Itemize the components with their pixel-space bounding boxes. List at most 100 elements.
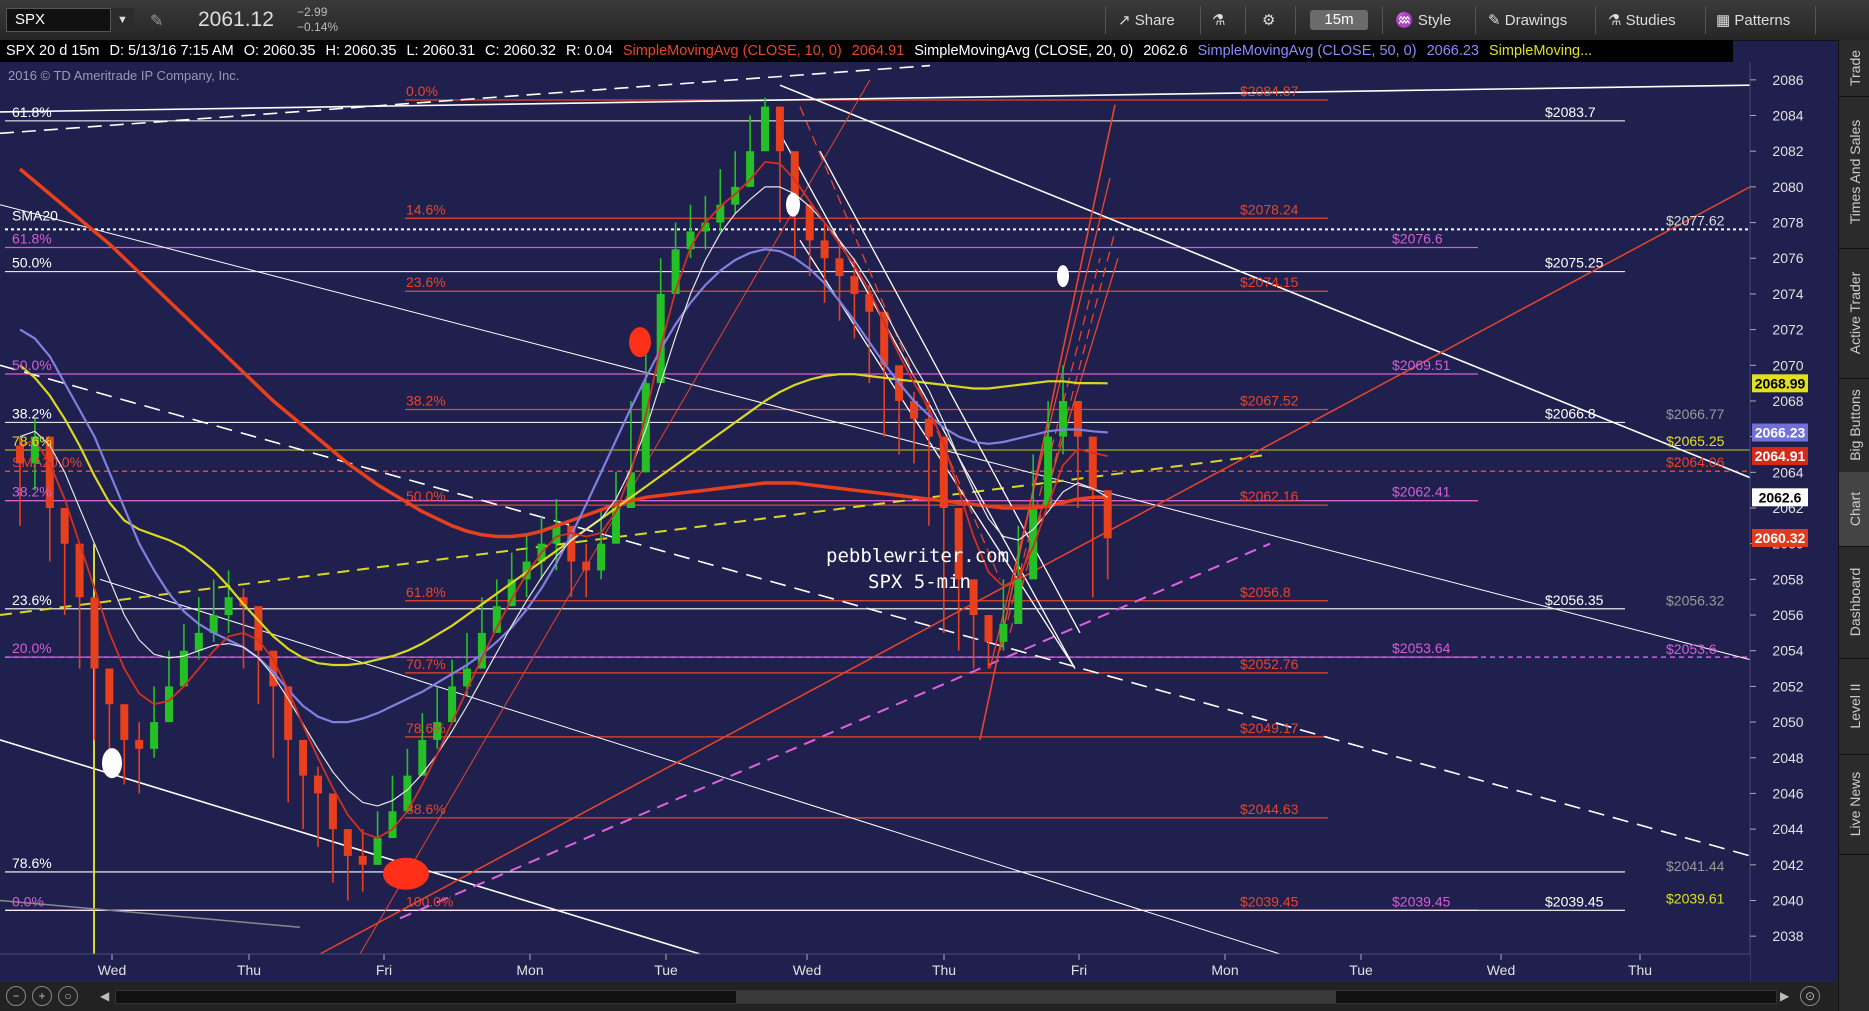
chart-description: SPX 20 d 15m	[6, 43, 100, 59]
settings-button[interactable]: ⚙	[1262, 10, 1275, 32]
sidebar-tab-label: Times And Sales	[1846, 119, 1863, 225]
fib-pink-pct-label: 0.0%	[12, 893, 44, 909]
candle-body	[1014, 579, 1023, 624]
scroll-right-icon[interactable]: ▶	[1780, 989, 1789, 1003]
studies-icon: ⚗	[1608, 12, 1622, 29]
sma20-value: 2062.6	[1143, 43, 1188, 59]
sidebar-tab-level-ii[interactable]: Level II	[1839, 658, 1869, 755]
price-tag-label: 2068.99	[1755, 375, 1806, 391]
fit-chart-icon[interactable]: ⊙	[1800, 986, 1820, 1006]
price-tag-label: 2064.91	[1755, 448, 1806, 464]
symbol-dropdown-button[interactable]: ▼	[110, 8, 134, 32]
toolbar-divider	[1475, 6, 1476, 34]
patterns-icon: ▦	[1716, 12, 1731, 29]
candle-body	[194, 632, 203, 651]
toolbar-divider	[1200, 6, 1201, 34]
flask-button[interactable]: ⚗	[1212, 10, 1225, 32]
red-dot-marker	[629, 327, 651, 358]
toolbar-divider	[1245, 6, 1246, 34]
fib-red-pct-label: 88.6%	[406, 801, 446, 817]
candle-body	[328, 793, 337, 830]
sidebar-tab-trade[interactable]: Trade	[1839, 40, 1869, 97]
right-level-label: $2041.44	[1666, 858, 1725, 874]
pencil-icon[interactable]: ✎	[150, 11, 163, 31]
studies-button[interactable]: ⚗ Studies	[1608, 10, 1676, 32]
candle-body	[999, 623, 1008, 642]
trendline	[399, 542, 1271, 920]
bar-date: D: 5/13/16 7:15 AM	[109, 43, 234, 59]
time-scrollbar[interactable]: − + ○ ◀ ▶ ⊙	[0, 982, 1838, 1011]
candle-body	[314, 775, 322, 794]
time-axis: Wed Thu Fri Mon Tue Wed Thu Fri Mon Tue Wed Thu	[0, 953, 1750, 982]
zoom-reset-icon[interactable]: ○	[58, 986, 78, 1006]
bar-open: O: 2060.35	[243, 43, 316, 59]
zoom-out-icon[interactable]: −	[6, 986, 26, 1006]
trendline	[799, 106, 1001, 580]
zoom-in-icon[interactable]: +	[32, 986, 52, 1006]
sidebar-tab-dashboard[interactable]: Dashboard	[1839, 546, 1869, 659]
price-tick-label: 2042	[1772, 857, 1803, 873]
right-level-label: $2077.62	[1666, 212, 1725, 228]
fib-red-pct-label: 23.6%	[406, 274, 446, 290]
fib-red-pct-label: 100.0%	[406, 893, 453, 909]
right-sidebar: Trade Times And Sales Active Trader Big But…	[1838, 40, 1869, 1011]
fib-red-price-label: $2074.15	[1240, 274, 1299, 290]
right-level-label: $2056.32	[1666, 592, 1725, 608]
white-level-pct-label: 50.0%	[12, 255, 52, 271]
white-level-price-label: $2075.25	[1545, 255, 1604, 271]
grey-trendline	[0, 899, 301, 928]
fib-pink-price-label: $2069.51	[1392, 357, 1451, 373]
chart-info-bar: SPX 20 d 15m D: 5/13/16 7:15 AM O: 2060.…	[0, 40, 1733, 62]
trendline	[99, 578, 1281, 955]
candle-body	[671, 249, 680, 294]
time-tick-label: Tue	[1349, 962, 1373, 978]
time-tick-label: Wed	[98, 962, 127, 978]
sidebar-tab-chart[interactable]: Chart	[1839, 472, 1869, 547]
price-tick-label: 2044	[1772, 821, 1803, 837]
share-button[interactable]: ↗ Share	[1118, 10, 1175, 32]
toolbar-divider	[1705, 6, 1706, 34]
candle-body	[343, 829, 352, 856]
bar-range: R: 0.04	[566, 43, 613, 59]
sidebar-tab-big-buttons[interactable]: Big Buttons	[1839, 378, 1869, 473]
fib-red-price-label: $2062.16	[1240, 488, 1299, 504]
scroll-thumb[interactable]	[736, 991, 1336, 1003]
sidebar-tab-times-and-sales[interactable]: Times And Sales	[1839, 96, 1869, 249]
drawings-button[interactable]: ✎ Drawings	[1488, 10, 1567, 32]
copyright-text: 2016 © TD Ameritrade IP Company, Inc.	[8, 68, 239, 83]
fib-pink-pct-label: 50.0%	[12, 357, 52, 373]
watermark-line-1: pebblewriter.com	[826, 545, 1009, 567]
time-tick-label: Tue	[654, 962, 678, 978]
sidebar-tab-active-trader[interactable]: Active Trader	[1839, 248, 1869, 379]
scroll-left-icon[interactable]: ◀	[100, 989, 109, 1003]
right-level-label: $2039.61	[1666, 890, 1725, 906]
candle-body	[597, 543, 606, 571]
price-tick-label: 2070	[1772, 357, 1803, 373]
scroll-track[interactable]	[115, 990, 1777, 1004]
toolbar-divider	[1295, 6, 1296, 34]
price-tick-label: 2040	[1772, 892, 1803, 908]
candle-body	[60, 508, 69, 544]
sidebar-tab-label: Level II	[1846, 683, 1863, 729]
candle-body	[1029, 508, 1038, 580]
fib-pink-pct-label: 20.0%	[12, 640, 52, 656]
studies-label: Studies	[1625, 12, 1676, 29]
sma50-label: SimpleMovingAvg (CLOSE, 50, 0)	[1197, 43, 1417, 59]
trendline	[0, 453, 1271, 617]
sidebar-tab-live-news[interactable]: Live News	[1839, 754, 1869, 855]
patterns-button[interactable]: ▦ Patterns	[1716, 10, 1790, 32]
candle-body	[850, 276, 859, 294]
sidebar-tab-label: Dashboard	[1846, 567, 1863, 637]
style-button[interactable]: ♒ Style	[1395, 10, 1451, 32]
fib-red-price-label: $2052.76	[1240, 656, 1299, 672]
fib-red-pct-label: 38.2%	[406, 393, 446, 409]
fib-red-price-label: $2039.45	[1240, 893, 1299, 909]
candle-body	[880, 311, 889, 366]
price-tick-label: 2064	[1772, 464, 1803, 480]
right-level-label: $2066.77	[1666, 406, 1725, 422]
interval-selector[interactable]: 15m	[1310, 10, 1368, 30]
time-tick-label: Mon	[1211, 962, 1238, 978]
candle-body	[820, 240, 829, 259]
price-chart[interactable]: 0.0% $2084.87 14.6% $2078.24 23.6% $2074.15 38…	[0, 62, 1838, 982]
candle-body	[761, 106, 769, 152]
